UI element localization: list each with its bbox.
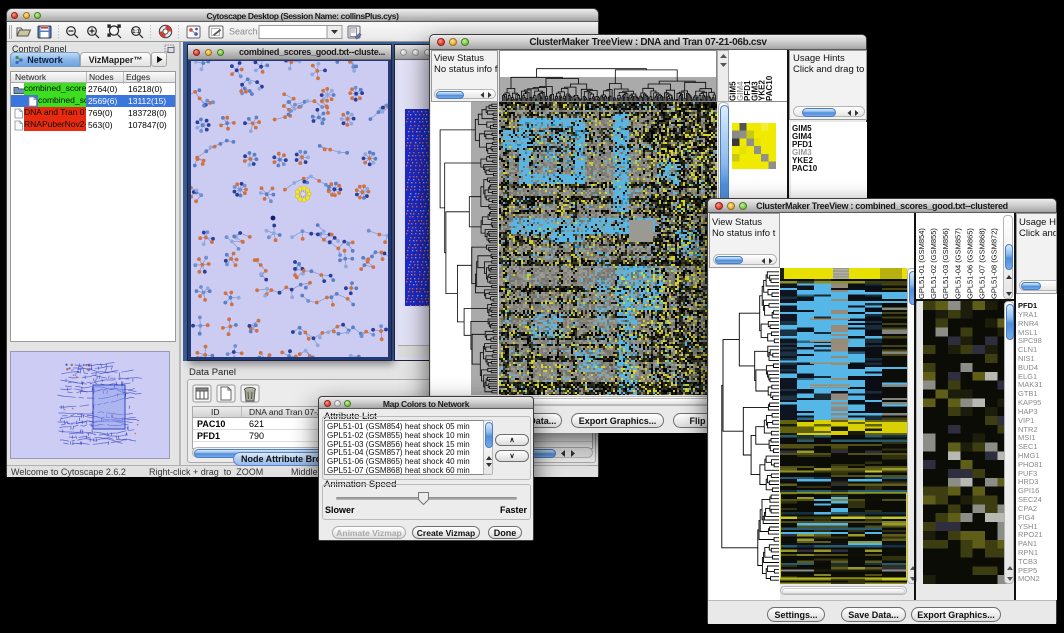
svg-text:1:1: 1:1 (132, 29, 139, 35)
svg-text:GPL51-08 (GSM872): GPL51-08 (GSM872) (990, 228, 999, 299)
svg-text:GPL51-04 (GSM857): GPL51-04 (GSM857) (953, 228, 962, 299)
svg-text:PAC10: PAC10 (765, 75, 774, 101)
svg-text:GPL51-06 (GSM865): GPL51-06 (GSM865) (965, 228, 974, 299)
svg-text:GPL51-02 (GSM855): GPL51-02 (GSM855) (929, 228, 938, 299)
svg-text:GPL51-03 (GSM856): GPL51-03 (GSM856) (941, 228, 950, 299)
svg-text:GPL51-07 (GSM868): GPL51-07 (GSM868) (978, 228, 987, 299)
svg-text:Search:: Search: (229, 27, 260, 37)
svg-text:GPL51-01 (GSM854): GPL51-01 (GSM854) (917, 228, 926, 299)
